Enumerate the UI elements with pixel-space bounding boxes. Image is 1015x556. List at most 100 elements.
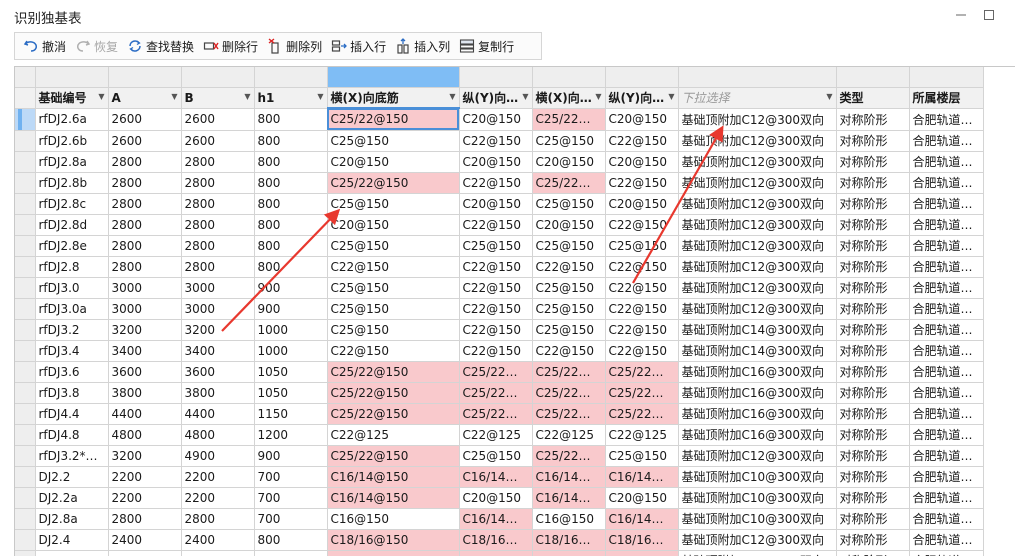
cell-dim-b[interactable]: 2800: [181, 214, 255, 236]
table-row[interactable]: rfDJ2.8d 2800 2800 800 C20@150 C22@150 C20@150…: [15, 214, 984, 236]
cell-dropdown-select[interactable]: 基础顶附加C12@300双向: [678, 298, 837, 320]
cell-y-rebar-2[interactable]: C25/22@…: [605, 403, 679, 425]
cell-floor[interactable]: 合肥轨道…: [909, 130, 984, 152]
cell-y-bottom-rebar[interactable]: C20@150: [459, 151, 533, 173]
cell-foundation-id[interactable]: rfDJ2.6a: [35, 108, 109, 131]
cell-y-bottom-rebar[interactable]: C25/22@…: [459, 403, 533, 425]
undo-button[interactable]: 撤消: [21, 34, 71, 58]
cell-type[interactable]: 对称阶形: [836, 550, 910, 556]
cell-dim-b[interactable]: 2800: [181, 172, 255, 194]
row-header[interactable]: [15, 319, 36, 341]
row-header[interactable]: [15, 235, 36, 257]
table-row[interactable]: rfDJ3.4 3400 3400 1000 C22@150 C22@150 C22@150…: [15, 340, 984, 362]
cell-dim-a[interactable]: 2400: [108, 550, 182, 556]
cell-dim-a[interactable]: 2800: [108, 214, 182, 236]
cell-y-rebar-2[interactable]: C25@150: [605, 235, 679, 257]
cell-type[interactable]: 对称阶形: [836, 235, 910, 257]
cell-foundation-id[interactable]: rfDJ3.2*4.9: [35, 445, 109, 467]
cell-x-rebar-2[interactable]: C20@150: [532, 151, 606, 173]
row-header[interactable]: [15, 508, 36, 530]
cell-dropdown-select[interactable]: 基础顶附加C14@300双向: [678, 319, 837, 341]
cell-foundation-id[interactable]: DJ2.4: [35, 550, 109, 556]
cell-height-h1[interactable]: 1000: [254, 319, 328, 341]
cell-dim-b[interactable]: 3800: [181, 382, 255, 404]
filter-dropdown-icon[interactable]: ▼: [522, 92, 528, 101]
cell-type[interactable]: 对称阶形: [836, 193, 910, 215]
cell-x-bottom-rebar[interactable]: C25/22@150: [327, 445, 460, 467]
cell-dim-b[interactable]: 2800: [181, 256, 255, 278]
cell-dropdown-select[interactable]: 基础顶附加C12@300双向: [678, 151, 837, 173]
column-header-type[interactable]: 类型: [836, 87, 910, 109]
cell-foundation-id[interactable]: rfDJ2.8a: [35, 151, 109, 173]
cell-y-rebar-2[interactable]: C22@150: [605, 319, 679, 341]
cell-x-bottom-rebar[interactable]: C20@150: [327, 214, 460, 236]
cell-floor[interactable]: 合肥轨道…: [909, 403, 984, 425]
cell-dim-a[interactable]: 2600: [108, 130, 182, 152]
cell-y-rebar-2[interactable]: C20@150: [605, 487, 679, 509]
cell-x-bottom-rebar[interactable]: C18/16@150: [327, 529, 460, 551]
cell-y-bottom-rebar[interactable]: C20@150: [459, 108, 533, 131]
cell-height-h1[interactable]: 800: [254, 529, 328, 551]
cell-dim-a[interactable]: 2400: [108, 529, 182, 551]
cell-dim-b[interactable]: 2400: [181, 529, 255, 551]
cell-floor[interactable]: 合肥轨道…: [909, 235, 984, 257]
column-header-floor[interactable]: 所属楼层: [909, 87, 984, 109]
redo-button[interactable]: 恢复: [73, 34, 123, 58]
cell-dim-b[interactable]: 2200: [181, 487, 255, 509]
cell-type[interactable]: 对称阶形: [836, 298, 910, 320]
cell-height-h1[interactable]: 800: [254, 214, 328, 236]
cell-x-bottom-rebar[interactable]: C25@150: [327, 235, 460, 257]
table-row[interactable]: rfDJ2.8e 2800 2800 800 C25@150 C25@150 C25@150…: [15, 235, 984, 257]
cell-y-bottom-rebar[interactable]: C20@150: [459, 487, 533, 509]
cell-type[interactable]: 对称阶形: [836, 172, 910, 194]
cell-x-rebar-2[interactable]: C25/22@…: [532, 445, 606, 467]
cell-height-h1[interactable]: 700: [254, 487, 328, 509]
cell-type[interactable]: 对称阶形: [836, 214, 910, 236]
row-header[interactable]: [15, 529, 36, 551]
cell-dim-a[interactable]: 3600: [108, 361, 182, 383]
cell-y-rebar-2[interactable]: C20@150: [605, 193, 679, 215]
cell-foundation-id[interactable]: rfDJ4.8: [35, 424, 109, 446]
cell-y-bottom-rebar[interactable]: C20@150: [459, 193, 533, 215]
cell-x-rebar-2[interactable]: C25/22@…: [532, 403, 606, 425]
cell-x-rebar-2[interactable]: C20/18@…: [532, 550, 606, 556]
cell-dim-b[interactable]: 2200: [181, 466, 255, 488]
row-header[interactable]: [15, 466, 36, 488]
cell-type[interactable]: 对称阶形: [836, 151, 910, 173]
table-row[interactable]: rfDJ2.8a 2800 2800 800 C20@150 C20@150 C20@150…: [15, 151, 984, 173]
cell-x-bottom-rebar[interactable]: C20@150: [327, 151, 460, 173]
cell-y-rebar-2[interactable]: C16/14@…: [605, 508, 679, 530]
table-row[interactable]: rfDJ4.4 4400 4400 1150 C25/22@150 C25/22@… C25…: [15, 403, 984, 425]
cell-dim-b[interactable]: 2600: [181, 108, 255, 131]
cell-floor[interactable]: 合肥轨道…: [909, 319, 984, 341]
cell-y-rebar-2[interactable]: C25@150: [605, 445, 679, 467]
cell-foundation-id[interactable]: rfDJ3.6: [35, 361, 109, 383]
cell-dim-a[interactable]: 2800: [108, 256, 182, 278]
cell-x-rebar-2[interactable]: C25@150: [532, 277, 606, 299]
cell-dim-a[interactable]: 2800: [108, 151, 182, 173]
cell-foundation-id[interactable]: DJ2.2: [35, 466, 109, 488]
column-header-x-bottom-rebar[interactable]: 横(X)向底筋 ▼: [327, 87, 460, 109]
cell-height-h1[interactable]: 1050: [254, 382, 328, 404]
cell-height-h1[interactable]: 800: [254, 172, 328, 194]
cell-x-rebar-2[interactable]: C25@150: [532, 193, 606, 215]
find-replace-button[interactable]: 查找替换: [125, 34, 199, 58]
cell-height-h1[interactable]: 800: [254, 130, 328, 152]
cell-type[interactable]: 对称阶形: [836, 445, 910, 467]
cell-x-bottom-rebar[interactable]: C22@150: [327, 340, 460, 362]
cell-y-rebar-2[interactable]: C22@150: [605, 130, 679, 152]
cell-y-rebar-2[interactable]: C22@150: [605, 256, 679, 278]
cell-y-bottom-rebar[interactable]: C25@150: [459, 445, 533, 467]
cell-foundation-id[interactable]: rfDJ2.8: [35, 256, 109, 278]
cell-x-bottom-rebar[interactable]: C25@150: [327, 319, 460, 341]
cell-dim-a[interactable]: 3000: [108, 277, 182, 299]
row-header[interactable]: [15, 256, 36, 278]
cell-type[interactable]: 对称阶形: [836, 130, 910, 152]
table-row[interactable]: rfDJ3.0a 3000 3000 900 C25@150 C22@150 C25@150…: [15, 298, 984, 320]
table-row[interactable]: rfDJ2.8b 2800 2800 800 C25/22@150 C22@150 C25/…: [15, 172, 984, 194]
cell-y-bottom-rebar[interactable]: C22@150: [459, 214, 533, 236]
cell-dropdown-select[interactable]: 基础顶附加C12@300双向: [678, 256, 837, 278]
cell-x-rebar-2[interactable]: C22@150: [532, 340, 606, 362]
cell-type[interactable]: 对称阶形: [836, 382, 910, 404]
cell-x-rebar-2[interactable]: C25@150: [532, 298, 606, 320]
